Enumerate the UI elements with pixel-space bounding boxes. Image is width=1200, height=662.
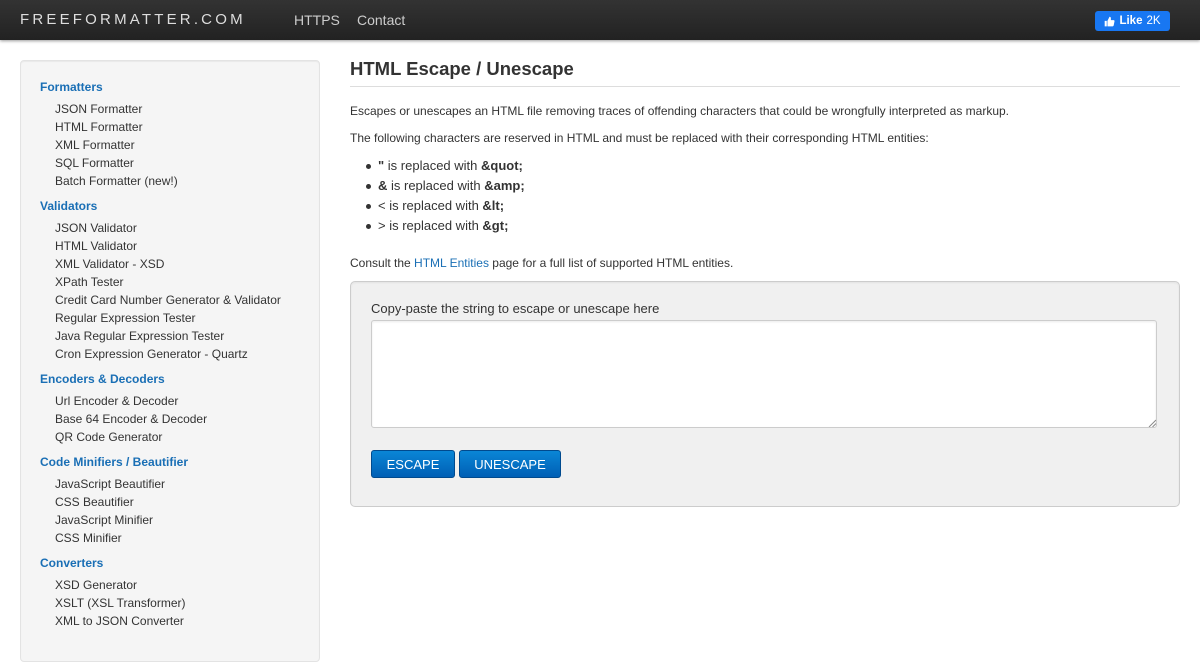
page-title: HTML Escape / Unescape [350, 58, 574, 79]
unescape-button[interactable]: UNESCAPE [459, 450, 561, 478]
sidebar-item-regex-tester[interactable]: Regular Expression Tester [55, 311, 196, 325]
sidebar-section-converters[interactable]: Converters [40, 556, 103, 570]
sidebar-item-base64-encoder[interactable]: Base 64 Encoder & Decoder [55, 412, 207, 426]
sidebar-item-xml-to-json[interactable]: XML to JSON Converter [55, 614, 184, 628]
nav-https[interactable]: HTTPS [294, 12, 340, 28]
nav-contact[interactable]: Contact [357, 12, 405, 28]
escape-button[interactable]: ESCAPE [371, 450, 455, 478]
sidebar-item-css-beautifier[interactable]: CSS Beautifier [55, 495, 134, 509]
sidebar-item-css-minifier[interactable]: CSS Minifier [55, 531, 122, 545]
resize-grip-icon[interactable] [1148, 419, 1156, 427]
sidebar-item-json-validator[interactable]: JSON Validator [55, 221, 137, 235]
sidebar-section-formatters[interactable]: Formatters [40, 80, 103, 94]
sidebar: Formatters JSON Formatter HTML Formatter… [20, 60, 320, 662]
sidebar-item-url-encoder[interactable]: Url Encoder & Decoder [55, 394, 178, 408]
input-label: Copy-paste the string to escape or unesc… [371, 301, 660, 316]
sidebar-item-html-validator[interactable]: HTML Validator [55, 239, 137, 253]
sidebar-item-qr-code-generator[interactable]: QR Code Generator [55, 430, 162, 444]
escape-form: Copy-paste the string to escape or unesc… [350, 281, 1180, 507]
sidebar-item-xml-formatter[interactable]: XML Formatter [55, 138, 135, 152]
sidebar-item-xpath-tester[interactable]: XPath Tester [55, 275, 123, 289]
string-input[interactable] [371, 320, 1157, 428]
sidebar-item-json-formatter[interactable]: JSON Formatter [55, 102, 142, 116]
sidebar-item-html-formatter[interactable]: HTML Formatter [55, 120, 143, 134]
sidebar-item-credit-card-validator[interactable]: Credit Card Number Generator & Validator [55, 293, 281, 307]
consult-text: Consult the HTML Entities page for a ful… [350, 256, 734, 270]
intro-text: Escapes or unescapes an HTML file removi… [350, 104, 1010, 118]
sidebar-item-cron-generator[interactable]: Cron Expression Generator - Quartz [55, 347, 248, 361]
facebook-like-button[interactable]: Like 2K [1095, 11, 1170, 31]
sidebar-item-js-beautifier[interactable]: JavaScript Beautifier [55, 477, 165, 491]
site-logo[interactable]: FREEFORMATTER.COM [20, 11, 246, 28]
sidebar-item-js-minifier[interactable]: JavaScript Minifier [55, 513, 153, 527]
sidebar-item-xml-validator-xsd[interactable]: XML Validator - XSD [55, 257, 164, 271]
sidebar-section-encoders-decoders[interactable]: Encoders & Decoders [40, 372, 165, 386]
sidebar-item-sql-formatter[interactable]: SQL Formatter [55, 156, 134, 170]
sidebar-section-minifiers[interactable]: Code Minifiers / Beautifier [40, 455, 188, 469]
like-label: Like [1119, 15, 1143, 27]
reserved-text: The following characters are reserved in… [350, 131, 929, 145]
sidebar-item-java-regex-tester[interactable]: Java Regular Expression Tester [55, 329, 224, 343]
thumbs-up-icon [1105, 16, 1115, 26]
sidebar-item-batch-formatter[interactable]: Batch Formatter (new!) [55, 174, 178, 188]
list-item: " is replaced with &quot; [350, 157, 525, 177]
sidebar-section-validators[interactable]: Validators [40, 199, 97, 213]
replacement-list: " is replaced with &quot; & is replaced … [350, 157, 525, 237]
like-count: 2K [1146, 15, 1161, 27]
list-item: < is replaced with &lt; [350, 197, 525, 217]
sidebar-item-xslt-transformer[interactable]: XSLT (XSL Transformer) [55, 596, 185, 610]
list-item: > is replaced with &gt; [350, 217, 525, 237]
sidebar-item-xsd-generator[interactable]: XSD Generator [55, 578, 137, 592]
top-navbar: FREEFORMATTER.COM HTTPS Contact Like 2K [0, 0, 1200, 40]
html-entities-link[interactable]: HTML Entities [414, 256, 489, 270]
title-divider [350, 86, 1180, 87]
list-item: & is replaced with &amp; [350, 177, 525, 197]
